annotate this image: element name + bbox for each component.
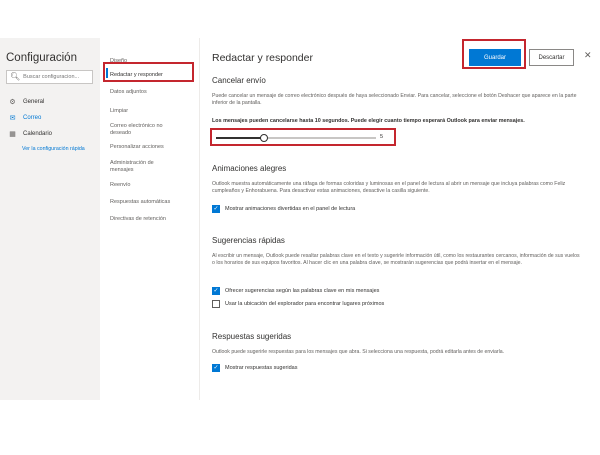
mail-settings-item[interactable]: Correo electrónico no deseado [110,123,180,136]
replies-title: Respuestas sugeridas [212,332,292,341]
suggestions-checkbox-row[interactable]: ✓ Ofrecer sugerencias según las palabras… [212,287,379,295]
nav-item-label: Calendario [23,131,53,137]
undo-send-desc: Puede cancelar un mensaje de correo elec… [212,93,577,107]
calendar-icon: ▦ [9,131,16,138]
animations-desc: Outlook muestra automáticamente una ráfa… [212,181,566,195]
checkbox-checked-icon[interactable]: ✓ [212,205,220,213]
nav-item-general[interactable]: ⚙ General [8,98,44,106]
suggestions-title: Sugerencias rápidas [212,236,285,245]
gear-icon: ⚙ [9,99,16,106]
slider-fill [216,137,264,139]
animations-checkbox-row[interactable]: ✓ Mostrar animaciones divertidas en el p… [212,205,355,213]
nav-item-calendar[interactable]: ▦ Calendario [8,130,52,138]
checkbox-unchecked-icon[interactable] [212,300,220,308]
nav-item-mail[interactable]: ✉ Correo [8,114,42,122]
checkbox-label: Mostrar respuestas sugeridas [225,365,298,371]
mail-icon: ✉ [9,115,16,122]
settings-window: Configuración 🔍︎ ⚙ General ✉ Correo ▦ Ca… [0,38,600,400]
suggestions-desc: Al escribir un mensaje, Outlook puede re… [212,253,580,267]
settings-nav: Configuración 🔍︎ ⚙ General ✉ Correo ▦ Ca… [0,38,100,400]
slider-thumb[interactable] [260,134,268,142]
nav-item-label: General [23,99,45,105]
quick-settings-link[interactable]: Ver la configuración rápida [22,146,92,153]
checkbox-label: Usar la ubicación del explorador para en… [225,301,385,307]
search-input[interactable] [23,74,94,80]
page-title: Redactar y responder [212,52,313,64]
nav-item-label: Correo [23,115,42,121]
replies-desc: Outlook puede sugerirle respuestas para … [212,349,505,355]
search-icon: 🔍︎ [10,72,21,81]
save-button[interactable]: Guardar [469,49,521,66]
mail-settings-item[interactable]: Reenvío [110,182,198,189]
mail-settings-item[interactable]: Personalizar acciones [110,144,198,151]
settings-search[interactable]: 🔍︎ [6,70,94,84]
undo-send-note: Los mensajes pueden cancelarse hasta 10 … [212,118,525,124]
settings-content: Redactar y responder Guardar Descartar ✕… [200,38,600,400]
checkbox-checked-icon[interactable]: ✓ [212,364,220,372]
animations-title: Animaciones alegres [212,164,287,173]
location-checkbox-row[interactable]: Usar la ubicación del explorador para en… [212,300,384,308]
checkbox-label: Mostrar animaciones divertidas en el pan… [225,206,356,212]
highlight-box-compose [103,62,194,82]
settings-title: Configuración [6,52,77,64]
mail-settings-item[interactable]: Limpiar [110,108,198,115]
mail-settings-item[interactable]: Datos adjuntos [110,89,198,96]
close-icon[interactable]: ✕ [584,50,592,61]
undo-send-title: Cancelar envío [212,76,266,85]
checkbox-label: Ofrecer sugerencias según las palabras c… [225,288,380,294]
slider-value: 5 [380,134,384,140]
mail-settings-item[interactable]: Directivas de retención [110,216,198,223]
discard-button[interactable]: Descartar [529,49,574,66]
mail-settings-list: Diseño Redactar y responder Datos adjunt… [100,38,200,400]
mail-settings-item[interactable]: Administración de mensajes [110,160,170,173]
mail-settings-item[interactable]: Respuestas automáticas [110,199,198,206]
replies-checkbox-row[interactable]: ✓ Mostrar respuestas sugeridas [212,364,297,372]
checkbox-checked-icon[interactable]: ✓ [212,287,220,295]
